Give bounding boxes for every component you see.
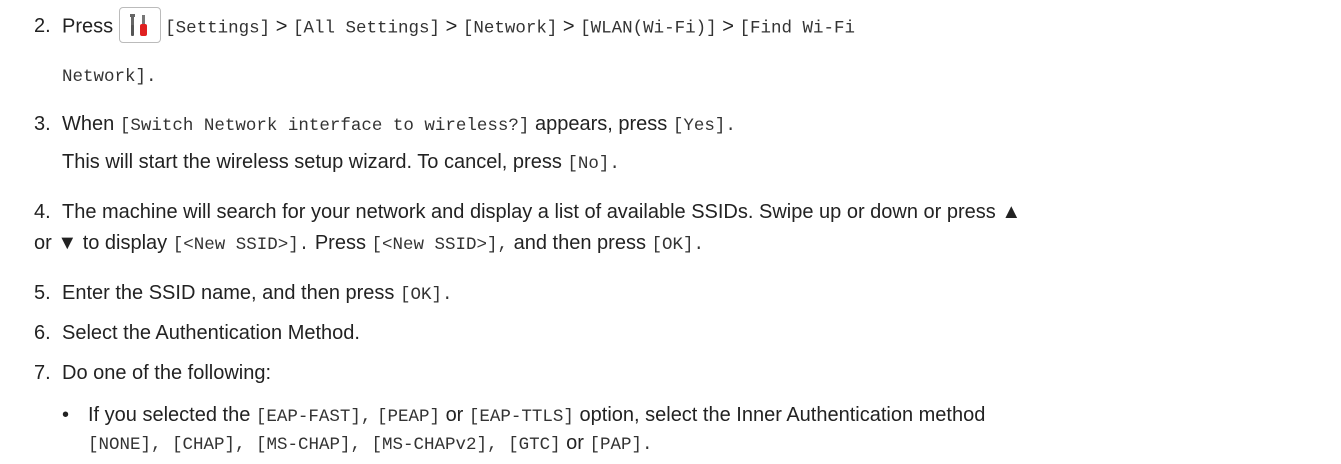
step-number: 3. <box>34 113 51 135</box>
step-7: 7. Do one of the following: <box>34 359 1334 387</box>
step-4: 4. The machine will search for your netwo… <box>34 198 1334 226</box>
step-4-continued: or ▼ to display [<New SSID>]. Press [<Ne… <box>34 232 705 255</box>
step-2-continued: Network]. <box>62 67 157 87</box>
bullet-mark: • <box>62 404 70 426</box>
step-number: 4. <box>34 201 51 223</box>
step-number: 2. <box>34 15 51 38</box>
bullet-item: • If you selected the [EAP-FAST], [PEAP] … <box>62 401 985 431</box>
bullet-item-continued: [NONE], [CHAP], [MS-CHAP], [MS-CHAPv2], … <box>88 432 653 455</box>
step-number: 6. <box>34 322 51 344</box>
document-page: 2. Press [Settings] > [All Settings] > [Ne… <box>0 0 1341 464</box>
step-2: 2. Press [Settings] > [All Settings] > [Ne… <box>34 7 1334 45</box>
step-number: 5. <box>34 282 51 304</box>
step-3: 3. When [Switch Network interface to wire… <box>34 110 1334 140</box>
settings-tools-icon <box>119 7 162 43</box>
step-3-continued: This will start the wireless setup wizar… <box>62 151 620 174</box>
step-6: 6. Select the Authentication Method. <box>34 319 1334 347</box>
step-5: 5. Enter the SSID name, and then press [O… <box>34 279 1334 309</box>
step-number: 7. <box>34 362 51 384</box>
